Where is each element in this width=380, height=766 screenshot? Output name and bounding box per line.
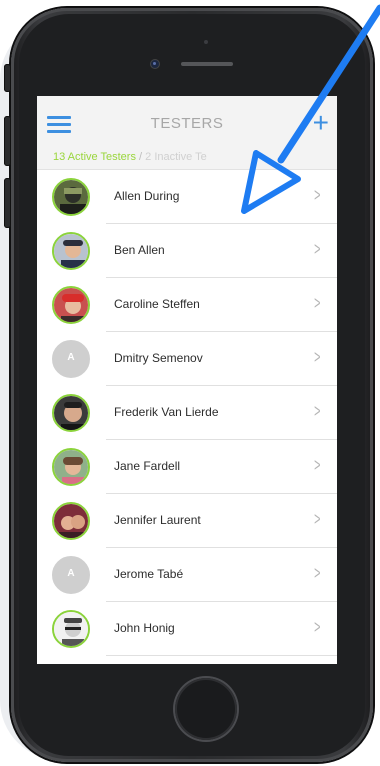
avatar (52, 448, 90, 486)
filter-separator: / (139, 151, 143, 163)
volume-up-button (4, 116, 11, 166)
page-title: TESTERS (150, 115, 224, 132)
tester-name: Ben Allen (114, 243, 165, 257)
proximity-sensor (204, 40, 208, 44)
chevron-right-icon: > (314, 347, 321, 367)
chevron-right-icon: > (314, 509, 321, 529)
front-camera (151, 60, 159, 68)
chevron-right-icon: > (314, 185, 321, 205)
chevron-right-icon: > (314, 563, 321, 583)
tester-list: Allen During > Ben Allen > Caroline Stef… (37, 170, 337, 664)
tester-name: Frederik Van Lierde (114, 405, 219, 419)
tester-row[interactable]: Ben Allen > (37, 224, 337, 278)
chevron-right-icon: > (314, 455, 321, 475)
avatar (52, 394, 90, 432)
tester-name: Allen During (114, 189, 180, 203)
active-testers-filter[interactable]: 13 Active Testers (53, 151, 136, 163)
chevron-right-icon: > (314, 293, 321, 313)
avatar-initial: A (67, 568, 75, 579)
tester-row[interactable]: Jane Fardell > (37, 440, 337, 494)
plus-icon[interactable]: + (313, 109, 329, 137)
chevron-right-icon: > (314, 239, 321, 259)
tester-row[interactable]: John Honig > (37, 602, 337, 656)
tester-name: Caroline Steffen (114, 297, 200, 311)
avatar-placeholder: A (52, 556, 90, 594)
tester-row[interactable]: A Jerome Tabé > (37, 548, 337, 602)
avatar (52, 232, 90, 270)
inactive-testers-filter[interactable]: 2 Inactive Te (145, 151, 207, 163)
tester-name: Jane Fardell (114, 459, 181, 473)
tester-name: Jennifer Laurent (114, 513, 201, 527)
tester-row-partial[interactable] (37, 656, 337, 664)
tester-row[interactable]: Jennifer Laurent > (37, 494, 337, 548)
avatar-initial: A (67, 352, 75, 363)
tester-row[interactable]: A Dmitry Semenov > (37, 332, 337, 386)
nav-bar: TESTERS + (37, 96, 337, 148)
earpiece-speaker (181, 62, 233, 66)
avatar-placeholder: A (52, 340, 90, 378)
avatar (52, 286, 90, 324)
tester-name: Dmitry Semenov (114, 351, 203, 365)
tester-row[interactable]: Frederik Van Lierde > (37, 386, 337, 440)
avatar (52, 610, 90, 648)
avatar (52, 502, 90, 540)
home-button[interactable] (175, 678, 237, 740)
avatar (52, 178, 90, 216)
chevron-right-icon: > (314, 617, 321, 637)
tester-name: Jerome Tabé (114, 567, 184, 581)
tester-row[interactable]: Caroline Steffen > (37, 278, 337, 332)
mute-switch (4, 64, 11, 92)
app-screen: TESTERS + 13 Active Testers / 2 Inactive… (37, 96, 337, 664)
tester-name: John Honig (114, 621, 175, 635)
chevron-right-icon: > (314, 401, 321, 421)
tester-row[interactable]: Allen During > (37, 170, 337, 224)
tester-filter-bar: 13 Active Testers / 2 Inactive Te (37, 148, 337, 170)
volume-down-button (4, 178, 11, 228)
